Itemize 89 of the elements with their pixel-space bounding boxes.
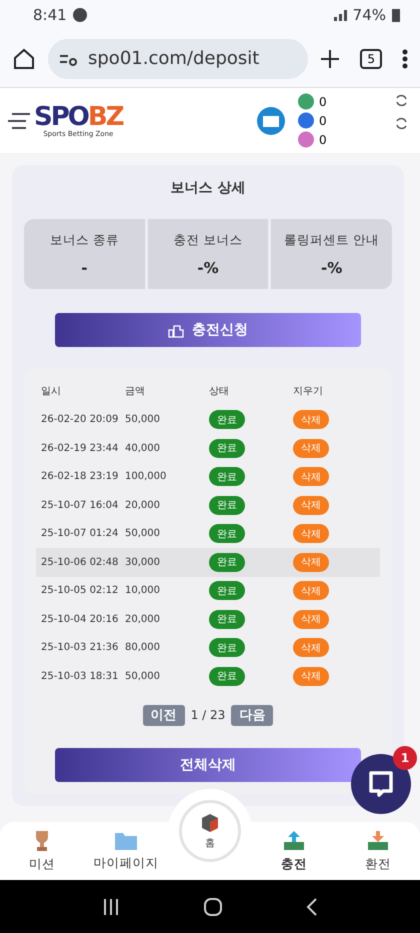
battery-icon [392, 8, 400, 22]
amount-cell-text: 50,000 [125, 414, 161, 426]
delete-button[interactable]: 삭제 [293, 410, 329, 430]
date-cell-text: 26-02-19 23:44 [41, 442, 120, 454]
signal-icon [334, 9, 347, 21]
column-header: 일시 [41, 385, 62, 398]
recent-apps-icon[interactable] [102, 898, 120, 916]
status-badge: 완료 [209, 467, 245, 486]
delete-button[interactable]: 삭제 [293, 581, 329, 600]
date-cell-text: 25-10-07 01:24 [41, 528, 120, 540]
points-icon [297, 112, 315, 129]
status-badge: 완료 [209, 581, 245, 600]
nav-tab[interactable]: 환전 [336, 830, 420, 872]
apply-deposit-button[interactable]: 충전신청 [55, 313, 361, 347]
bonus-value: -% [197, 258, 219, 276]
balance-value: 0 [319, 114, 327, 128]
logo[interactable]: SPOBZ [34, 104, 123, 130]
plus-icon[interactable] [320, 48, 340, 68]
delete-button[interactable]: 삭제 [293, 666, 329, 686]
bonus-label: 롤링퍼센트 안내 [284, 232, 380, 248]
refresh-icon[interactable] [395, 117, 408, 130]
bonus-value: - [81, 258, 88, 276]
status-badge: 완료 [209, 552, 245, 572]
delete-all-button[interactable]: 전체삭제 [55, 748, 361, 782]
nav-tab[interactable]: 마이페이지 [84, 830, 168, 872]
folder-icon [114, 830, 138, 850]
date-cell-text: 25-10-04 20:16 [41, 614, 120, 625]
column-header: 상태 [209, 385, 230, 398]
status-badge: 완료 [209, 496, 245, 515]
page-indicator: 1 / 23 [190, 708, 226, 722]
amount-cell-text: 50,000 [125, 670, 161, 682]
money-upload-icon [282, 830, 306, 852]
delete-button[interactable]: 삭제 [293, 438, 329, 458]
status-badge: 완료 [209, 410, 245, 430]
app-icon [72, 8, 87, 22]
battery-level: 74% [352, 6, 386, 24]
amount-cell-text: 50,000 [125, 528, 161, 540]
amount-cell-text: 20,000 [125, 614, 161, 625]
back-icon[interactable] [306, 898, 318, 916]
home-icon[interactable] [12, 46, 36, 70]
nav-tab[interactable]: 미션 [0, 830, 84, 872]
mail-icon[interactable] [257, 106, 285, 134]
section-title: 보너스 상세 [170, 179, 246, 197]
date-cell-text: 25-10-07 16:04 [41, 500, 120, 511]
delete-button[interactable]: 삭제 [293, 467, 329, 486]
date-cell-text: 25-10-06 02:48 [41, 556, 120, 568]
nav-tab[interactable]: 충전 [252, 830, 336, 872]
dice-icon [200, 812, 220, 832]
amount-cell-text: 40,000 [125, 442, 161, 454]
status-time: 8:41 [33, 6, 67, 24]
menu-icon[interactable] [8, 112, 32, 130]
delete-button[interactable]: 삭제 [293, 496, 329, 515]
wheel-icon [297, 131, 315, 148]
notification-badge: 1 [393, 746, 417, 770]
bonus-label: 충전 보너스 [174, 232, 242, 248]
more-icon[interactable] [402, 48, 408, 68]
amount-cell-text: 100,000 [125, 471, 168, 482]
delete-button[interactable]: 삭제 [293, 524, 329, 544]
status-badge: 완료 [209, 524, 245, 544]
amount-cell-text: 30,000 [125, 556, 161, 568]
tab-count[interactable]: 5 [360, 48, 382, 68]
status-badge: 완료 [209, 638, 245, 658]
date-cell-text: 25-10-05 02:12 [41, 585, 120, 596]
date-cell-text: 25-10-03 18:31 [41, 670, 120, 682]
delete-button[interactable]: 삭제 [293, 552, 329, 572]
amount-cell-text: 20,000 [125, 500, 161, 511]
delete-button[interactable]: 삭제 [293, 638, 329, 658]
next-button[interactable]: 다음 [231, 704, 274, 726]
status-badge: 완료 [209, 666, 245, 686]
refresh-icon[interactable] [395, 94, 408, 107]
date-cell-text: 26-02-20 20:09 [41, 414, 120, 426]
bonus-value: -% [321, 258, 342, 276]
prev-button[interactable]: 이전 [142, 704, 185, 726]
column-header: 금액 [125, 385, 146, 398]
home-button-icon[interactable] [202, 896, 223, 916]
status-badge: 완료 [209, 438, 245, 458]
delete-button[interactable]: 삭제 [293, 610, 329, 629]
amount-cell-text: 80,000 [125, 642, 161, 654]
date-cell-text: 26-02-18 23:19 [41, 471, 120, 482]
balance-value: 0 [319, 132, 327, 146]
money-download-icon [366, 830, 390, 852]
date-cell-text: 25-10-03 21:36 [41, 642, 120, 654]
url-field[interactable]: spo01.com/deposit [48, 38, 308, 78]
bonus-label: 보너스 종류 [50, 232, 119, 248]
cash-icon [297, 93, 315, 110]
status-badge: 완료 [209, 610, 245, 629]
column-header: 지우기 [293, 385, 324, 398]
balance-value: 0 [319, 94, 327, 108]
amount-cell-text: 10,000 [125, 585, 161, 596]
